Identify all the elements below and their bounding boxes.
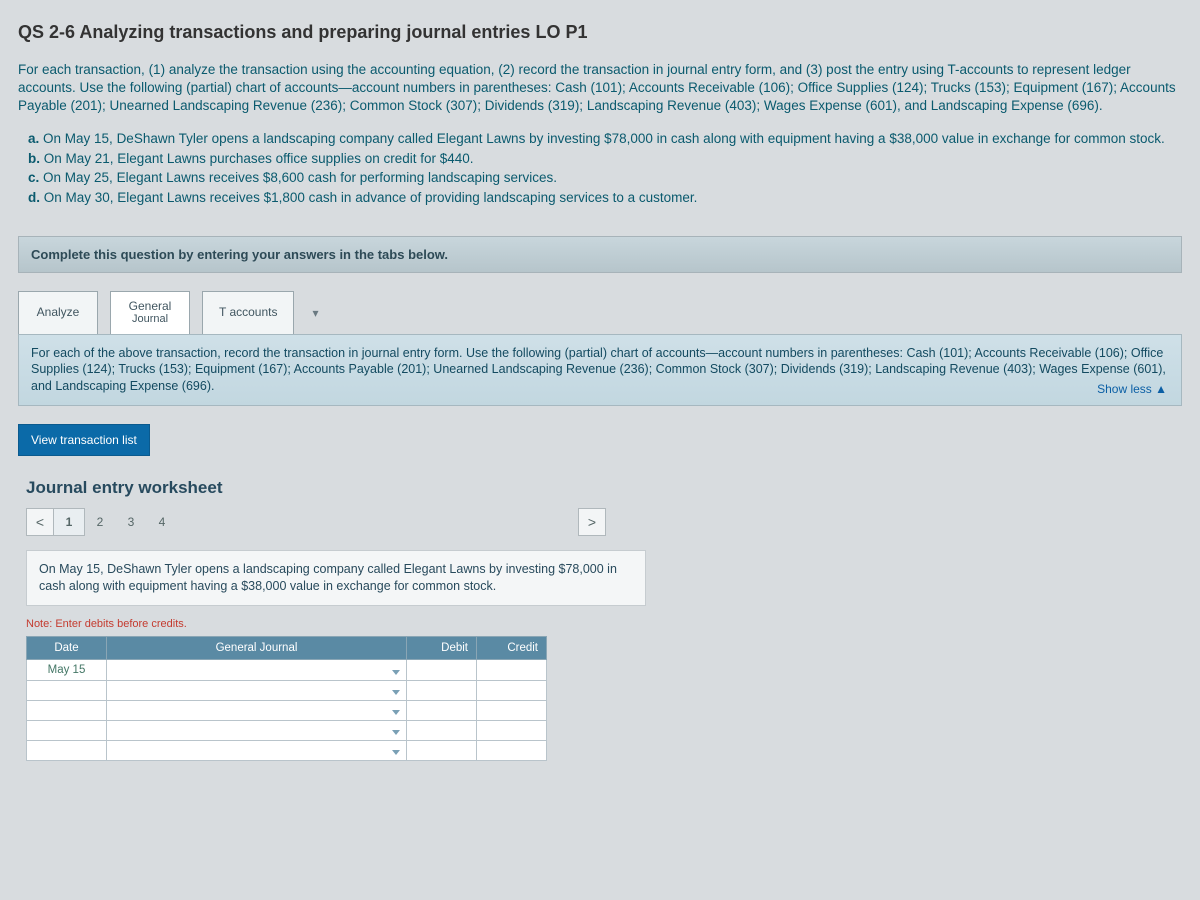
- je-credit-cell[interactable]: [477, 680, 547, 700]
- pager-page-1[interactable]: 1: [53, 508, 85, 536]
- transaction-c-label: c.: [28, 170, 39, 185]
- page-title: QS 2-6 Analyzing transactions and prepar…: [18, 22, 1182, 43]
- view-transaction-list-button[interactable]: View transaction list: [18, 424, 150, 456]
- instruction-panel: For each of the above transaction, recor…: [18, 334, 1182, 407]
- je-date-cell[interactable]: May 15: [27, 659, 107, 680]
- je-account-cell[interactable]: [107, 740, 407, 760]
- journal-entry-table: Date General Journal Debit Credit May 15: [26, 636, 547, 761]
- transaction-a-text: On May 15, DeShawn Tyler opens a landsca…: [43, 131, 1165, 146]
- je-row: May 15: [27, 659, 547, 680]
- pager-page-3[interactable]: 3: [115, 508, 147, 536]
- intro-text: For each transaction, (1) analyze the tr…: [18, 61, 1182, 116]
- je-header-credit: Credit: [477, 636, 547, 659]
- transaction-b-label: b.: [28, 151, 40, 166]
- transaction-b-text: On May 21, Elegant Lawns purchases offic…: [44, 151, 474, 166]
- pager-page-2[interactable]: 2: [84, 508, 116, 536]
- tabs-row: Analyze General Journal T accounts ▾: [18, 291, 1182, 334]
- transaction-c-text: On May 25, Elegant Lawns receives $8,600…: [43, 170, 557, 185]
- tab-t-accounts[interactable]: T accounts: [202, 291, 294, 334]
- chevron-down-icon[interactable]: ▾: [306, 298, 324, 328]
- transaction-c: c. On May 25, Elegant Lawns receives $8,…: [28, 169, 1182, 188]
- je-debit-cell[interactable]: [407, 720, 477, 740]
- je-credit-cell[interactable]: [477, 740, 547, 760]
- pager: < 1 2 3 4 >: [26, 508, 1182, 536]
- pager-prev-button[interactable]: <: [26, 508, 54, 536]
- transaction-a-label: a.: [28, 131, 39, 146]
- je-debit-cell[interactable]: [407, 700, 477, 720]
- panel-text: For each of the above transaction, recor…: [31, 346, 1166, 394]
- je-date-cell[interactable]: [27, 680, 107, 700]
- je-date-cell[interactable]: [27, 700, 107, 720]
- transaction-d: d. On May 30, Elegant Lawns receives $1,…: [28, 189, 1182, 208]
- transaction-list: a. On May 15, DeShawn Tyler opens a land…: [18, 130, 1182, 209]
- je-row: [27, 700, 547, 720]
- je-account-cell[interactable]: [107, 659, 407, 680]
- je-row: [27, 740, 547, 760]
- pager-next-button[interactable]: >: [578, 508, 606, 536]
- transaction-d-text: On May 30, Elegant Lawns receives $1,800…: [44, 190, 698, 205]
- je-debit-cell[interactable]: [407, 740, 477, 760]
- je-date-cell[interactable]: [27, 720, 107, 740]
- note-text: Note: Enter debits before credits.: [26, 618, 1182, 630]
- tab-analyze[interactable]: Analyze: [18, 291, 98, 334]
- prompt-bar: Complete this question by entering your …: [18, 236, 1182, 273]
- je-account-cell[interactable]: [107, 700, 407, 720]
- je-date-cell[interactable]: [27, 740, 107, 760]
- je-credit-cell[interactable]: [477, 659, 547, 680]
- je-account-cell[interactable]: [107, 720, 407, 740]
- je-debit-cell[interactable]: [407, 659, 477, 680]
- je-credit-cell[interactable]: [477, 720, 547, 740]
- show-less-link[interactable]: Show less ▲: [1097, 381, 1167, 397]
- je-header-debit: Debit: [407, 636, 477, 659]
- je-credit-cell[interactable]: [477, 700, 547, 720]
- je-row: [27, 680, 547, 700]
- je-row: [27, 720, 547, 740]
- worksheet-title: Journal entry worksheet: [26, 478, 1182, 498]
- transaction-description-box: On May 15, DeShawn Tyler opens a landsca…: [26, 550, 646, 606]
- tab-gj-line2: Journal: [127, 313, 173, 325]
- transaction-a: a. On May 15, DeShawn Tyler opens a land…: [28, 130, 1182, 149]
- transaction-b: b. On May 21, Elegant Lawns purchases of…: [28, 150, 1182, 169]
- je-header-general-journal: General Journal: [107, 636, 407, 659]
- transaction-d-label: d.: [28, 190, 40, 205]
- pager-page-4[interactable]: 4: [146, 508, 178, 536]
- je-account-cell[interactable]: [107, 680, 407, 700]
- tab-general-journal[interactable]: General Journal: [110, 291, 190, 334]
- tab-gj-line1: General: [127, 300, 173, 313]
- je-header-date: Date: [27, 636, 107, 659]
- je-debit-cell[interactable]: [407, 680, 477, 700]
